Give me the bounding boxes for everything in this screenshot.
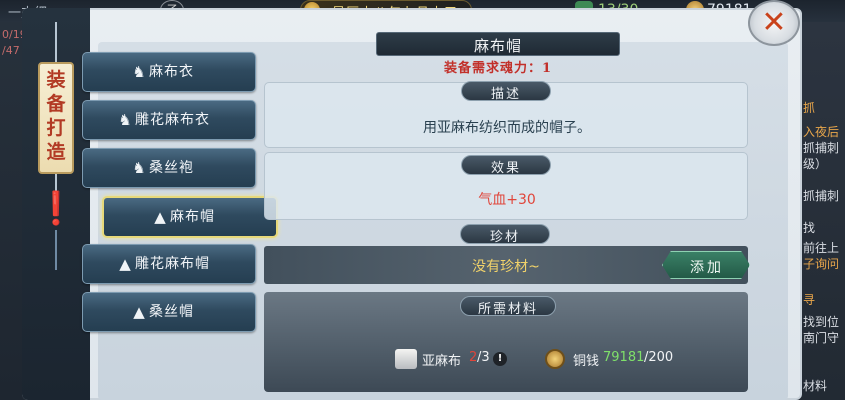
quest-line: 入夜后 <box>803 125 840 139</box>
description-text: 用亚麻布纺织而成的帽子。 <box>423 120 591 136</box>
quest-line: 抓捕刺 <box>803 141 840 155</box>
material-need: /200 <box>644 350 674 365</box>
quest-line: 材料 <box>803 379 828 393</box>
material-have: 79181 <box>603 350 645 365</box>
equipment-item[interactable]: ♞ 麻布衣 <box>82 52 256 92</box>
gem-header: 珍材 <box>460 224 550 245</box>
hat-icon: ▲ <box>154 208 166 226</box>
description-section: 描述 用亚麻布纺织而成的帽子。 <box>264 81 748 148</box>
description-header-label: 描述 <box>490 87 521 102</box>
quest-line: 前往上 <box>803 241 840 255</box>
effect-text: 气血+30 <box>478 192 536 208</box>
materials-header: 所需材料 <box>460 296 556 317</box>
chinese-knot-icon: ❗ <box>36 189 76 227</box>
quest-line: 找到位 <box>803 315 840 329</box>
clothes-icon: ♞ <box>118 111 132 129</box>
equipment-item[interactable]: ▲ 雕花麻布帽 <box>82 244 256 284</box>
rope-decoration <box>55 22 57 64</box>
equipment-item-label: 桑丝帽 <box>149 304 194 320</box>
robe-icon: ♞ <box>132 159 146 177</box>
equipment-item-selected[interactable]: ▲ 麻布帽 <box>102 196 278 238</box>
equipment-item-label: 雕花麻布帽 <box>135 256 210 272</box>
copper-coin-icon <box>545 349 565 369</box>
tassel-decoration <box>55 230 57 270</box>
quest-line: 子询问 <box>803 257 840 271</box>
effect-section: 效果 气血+30 <box>264 152 748 220</box>
hat-icon: ▲ <box>133 303 145 321</box>
equipment-item-label: 雕花麻布衣 <box>135 112 210 128</box>
clothes-icon: ♞ <box>132 63 146 81</box>
quest-tracker-panel[interactable]: 抓 入夜后 抓捕刺 级） 抓捕刺 找 前往上 子询问 寻 找到位 南门守 材料 <box>795 22 845 400</box>
add-gem-button[interactable]: 添加 <box>662 251 750 279</box>
description-header: 描述 <box>461 81 551 102</box>
quest-line: 抓 <box>803 101 816 115</box>
equipment-item-label: 桑丝袍 <box>149 160 194 176</box>
linen-cloth-icon[interactable] <box>395 349 417 369</box>
close-icon: ✕ <box>761 5 787 40</box>
hat-icon: ▲ <box>119 255 131 273</box>
equipment-item-label: 麻布帽 <box>170 209 215 225</box>
add-gem-button-label: 添加 <box>690 260 724 276</box>
tab-equipment-crafting[interactable]: 装备打造 <box>38 62 74 174</box>
equipment-item[interactable]: ♞ 雕花麻布衣 <box>82 100 256 140</box>
item-title: 麻布帽 <box>473 37 522 55</box>
materials-header-label: 所需材料 <box>477 302 538 317</box>
equipment-item[interactable]: ♞ 桑丝袍 <box>82 148 256 188</box>
equipment-item[interactable]: ▲ 桑丝帽 <box>82 292 256 332</box>
left-counter-2: /47 <box>2 44 20 57</box>
gem-header-label: 珍材 <box>489 230 520 245</box>
quest-line: 找 <box>803 221 816 235</box>
info-icon[interactable]: ! <box>493 352 507 366</box>
equip-requirement: 装备需求魂力：1 <box>443 61 553 76</box>
quest-line: 寻 <box>803 293 816 307</box>
effect-header-label: 效果 <box>490 161 521 176</box>
side-tab-title: 装备打造 <box>46 69 66 163</box>
close-button[interactable]: ✕ <box>748 0 800 46</box>
material-name: 铜钱 <box>573 354 600 369</box>
effect-header: 效果 <box>461 155 551 176</box>
equipment-item-label: 麻布衣 <box>149 64 194 80</box>
item-title-bar: 麻布帽 <box>376 32 620 56</box>
quest-line: 南门守 <box>803 331 840 345</box>
gem-section: 珍材 <box>264 222 748 248</box>
quest-line: 抓捕刺 <box>803 189 840 203</box>
material-name: 亚麻布 <box>422 354 462 369</box>
material-need: /3 <box>477 350 490 365</box>
quest-line: 级） <box>803 157 828 171</box>
